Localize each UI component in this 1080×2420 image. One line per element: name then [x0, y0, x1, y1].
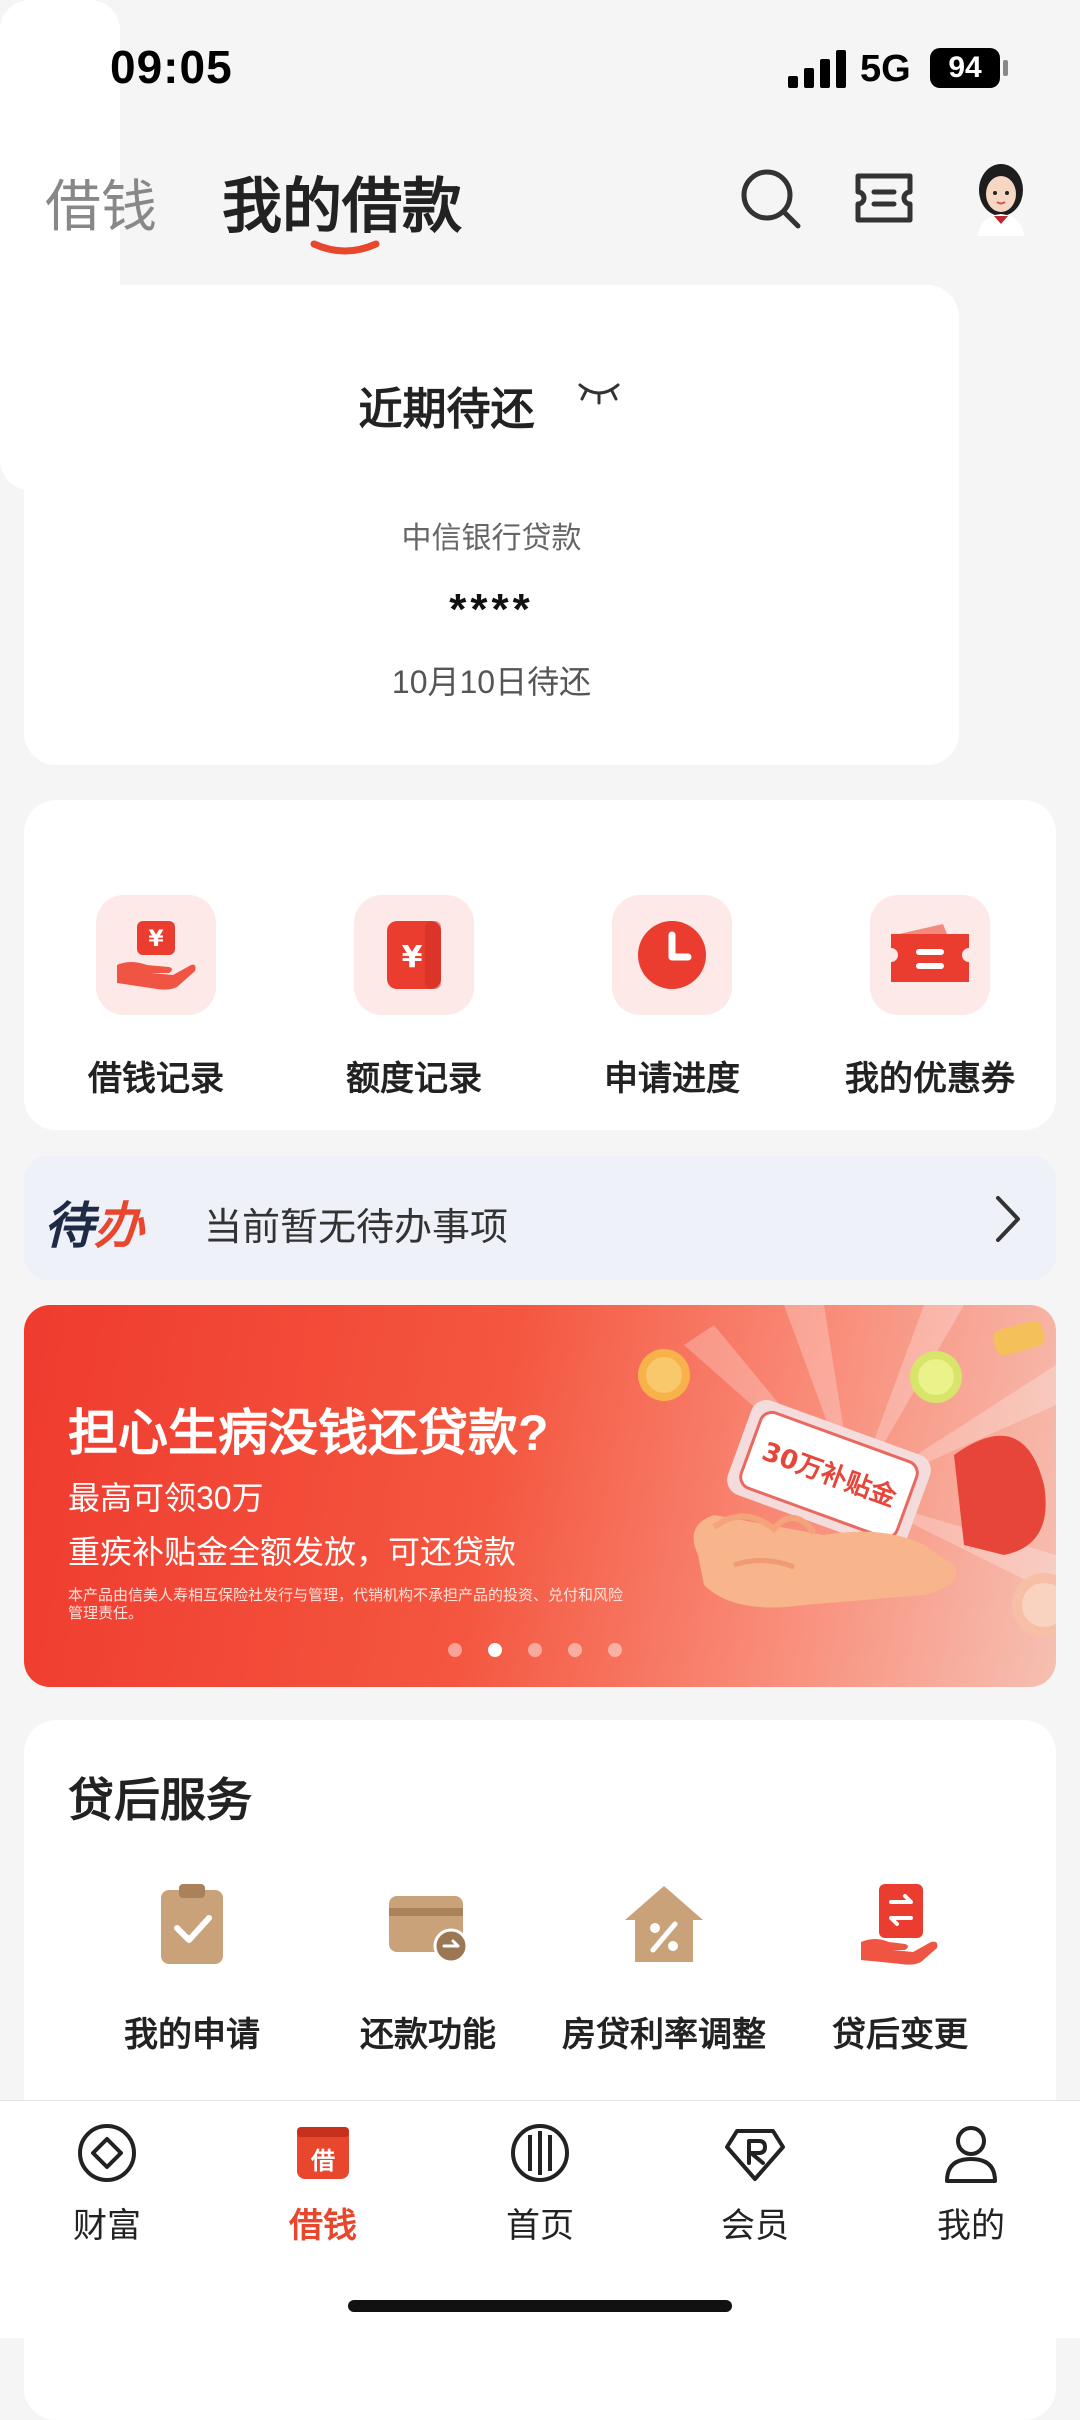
search-icon[interactable]: [738, 166, 802, 230]
banner-pagination: [448, 1643, 648, 1657]
member-icon: [725, 2129, 785, 2181]
tab-borrow[interactable]: 借钱: [45, 162, 157, 243]
todo-logo-main: 待: [44, 1198, 94, 1254]
promo-banner[interactable]: 30万补贴金 担心生病没钱还贷款? 最高可领30万 重疾补贴金全额发放，可还贷款…: [24, 1305, 1056, 1687]
diamond-icon: [78, 2124, 136, 2182]
borrow-badge: 借: [310, 2147, 335, 2175]
chevron-right-icon: [996, 1196, 1020, 1242]
service-label: 我的申请: [124, 2016, 260, 2054]
yuan-card-icon: ¥: [354, 895, 474, 1015]
nav-mine[interactable]: 我的: [896, 2121, 1046, 2247]
upcoming-repayment-card[interactable]: 近期待还 中信银行贷款 **** 10月10日待还: [24, 285, 959, 765]
network-label: 5G: [860, 48, 911, 90]
person-icon: [945, 2126, 997, 2183]
quick-action-application-progress[interactable]: 申请进度: [552, 895, 792, 1100]
hand-yuan-icon: ¥: [96, 895, 216, 1015]
service-label: 贷后变更: [832, 2016, 968, 2054]
nav-label: 会员: [721, 2207, 789, 2245]
nav-borrow[interactable]: 借 借钱: [248, 2121, 398, 2247]
tab-my-loans[interactable]: 我的借款: [222, 158, 462, 245]
quick-action-label: 借钱记录: [88, 1060, 224, 1098]
nav-wealth[interactable]: 财富: [32, 2121, 182, 2247]
due-date: 10月10日待还: [391, 664, 592, 700]
banner-fine-print: 本产品由信美人寿相互保险社发行与管理，代销机构不承担产品的投资、兑付和风险管理责…: [68, 1587, 624, 1622]
banner-dot-active[interactable]: [488, 1643, 502, 1657]
quick-action-label: 申请进度: [604, 1060, 740, 1098]
svg-text:¥: ¥: [148, 927, 164, 952]
banner-title: 担心生病没钱还贷款?: [68, 1405, 549, 1461]
battery-icon: 94: [930, 48, 1000, 88]
quick-action-limit-records[interactable]: ¥ 额度记录: [294, 895, 534, 1100]
service-my-applications[interactable]: 我的申请: [74, 1880, 310, 2056]
quick-actions-card: ¥ 借钱记录 ¥ 额度记录 申请进度 我的优惠券: [24, 800, 1056, 1130]
subsidy-hand-illustration: 30万补贴金: [638, 1305, 1056, 1637]
banner-dot[interactable]: [568, 1643, 582, 1657]
transfer-hand-icon: [861, 1884, 938, 1965]
hidden-amount: ****: [449, 585, 534, 634]
quick-action-label: 我的优惠券: [845, 1060, 1015, 1098]
status-bar: 09:05 5G 94: [0, 0, 1080, 140]
service-repayment[interactable]: 还款功能: [310, 1880, 546, 2056]
signal-icon: [788, 50, 846, 88]
house-percent-icon: [625, 1886, 703, 1962]
quick-action-label: 额度记录: [346, 1060, 482, 1098]
quick-action-my-coupons[interactable]: 我的优惠券: [810, 895, 1050, 1100]
coupon-icon: [870, 895, 990, 1015]
eye-closed-icon[interactable]: [574, 377, 624, 407]
home-indicator[interactable]: [348, 2300, 732, 2312]
loan-bank-name: 中信银行贷款: [401, 522, 582, 555]
status-time: 09:05: [110, 41, 233, 93]
message-icon[interactable]: [852, 166, 916, 230]
upcoming-repayment-title-text: 近期待还: [358, 385, 535, 434]
clipboard-check-icon: [161, 1884, 223, 1964]
customer-service-avatar[interactable]: [968, 160, 1034, 236]
quick-action-borrow-records[interactable]: ¥ 借钱记录: [36, 895, 276, 1100]
nav-home[interactable]: 首页: [465, 2121, 615, 2247]
top-header: 借钱 我的借款: [0, 150, 1080, 260]
home-logo-icon: [511, 2124, 569, 2182]
borrow-icon: 借: [297, 2127, 349, 2179]
upcoming-repayment-title: 近期待还: [24, 373, 959, 437]
banner-dot[interactable]: [608, 1643, 622, 1657]
nav-label: 首页: [506, 2207, 574, 2245]
active-tab-indicator: [310, 240, 380, 255]
battery-tip: [1003, 60, 1008, 76]
nav-label: 借钱: [289, 2207, 357, 2245]
nav-label: 我的: [937, 2207, 1005, 2245]
service-label: 房贷利率调整: [562, 2016, 766, 2054]
banner-subtitle-detail: 重疾补贴金全额发放，可还贷款: [68, 1534, 517, 1570]
todo-bar[interactable]: 待办 当前暂无待办事项: [24, 1156, 1056, 1280]
service-mortgage-rate[interactable]: 房贷利率调整: [546, 1880, 782, 2056]
service-label: 还款功能: [360, 2016, 496, 2054]
nav-label: 财富: [73, 2207, 141, 2245]
todo-status-text: 当前暂无待办事项: [204, 1207, 509, 1249]
todo-logo-accent: 办: [94, 1198, 144, 1254]
svg-text:¥: ¥: [402, 940, 423, 975]
clock-icon: [612, 895, 732, 1015]
banner-dot[interactable]: [528, 1643, 542, 1657]
todo-logo: 待办: [44, 1186, 144, 1258]
post-loan-service-title: 贷后服务: [68, 1774, 252, 1826]
service-post-loan-change[interactable]: 贷后变更: [782, 1880, 1018, 2056]
nav-member[interactable]: 会员: [680, 2121, 830, 2247]
banner-subtitle-max: 最高可领30万: [68, 1480, 264, 1516]
banner-dot[interactable]: [448, 1643, 462, 1657]
card-repay-icon: [389, 1896, 469, 1964]
